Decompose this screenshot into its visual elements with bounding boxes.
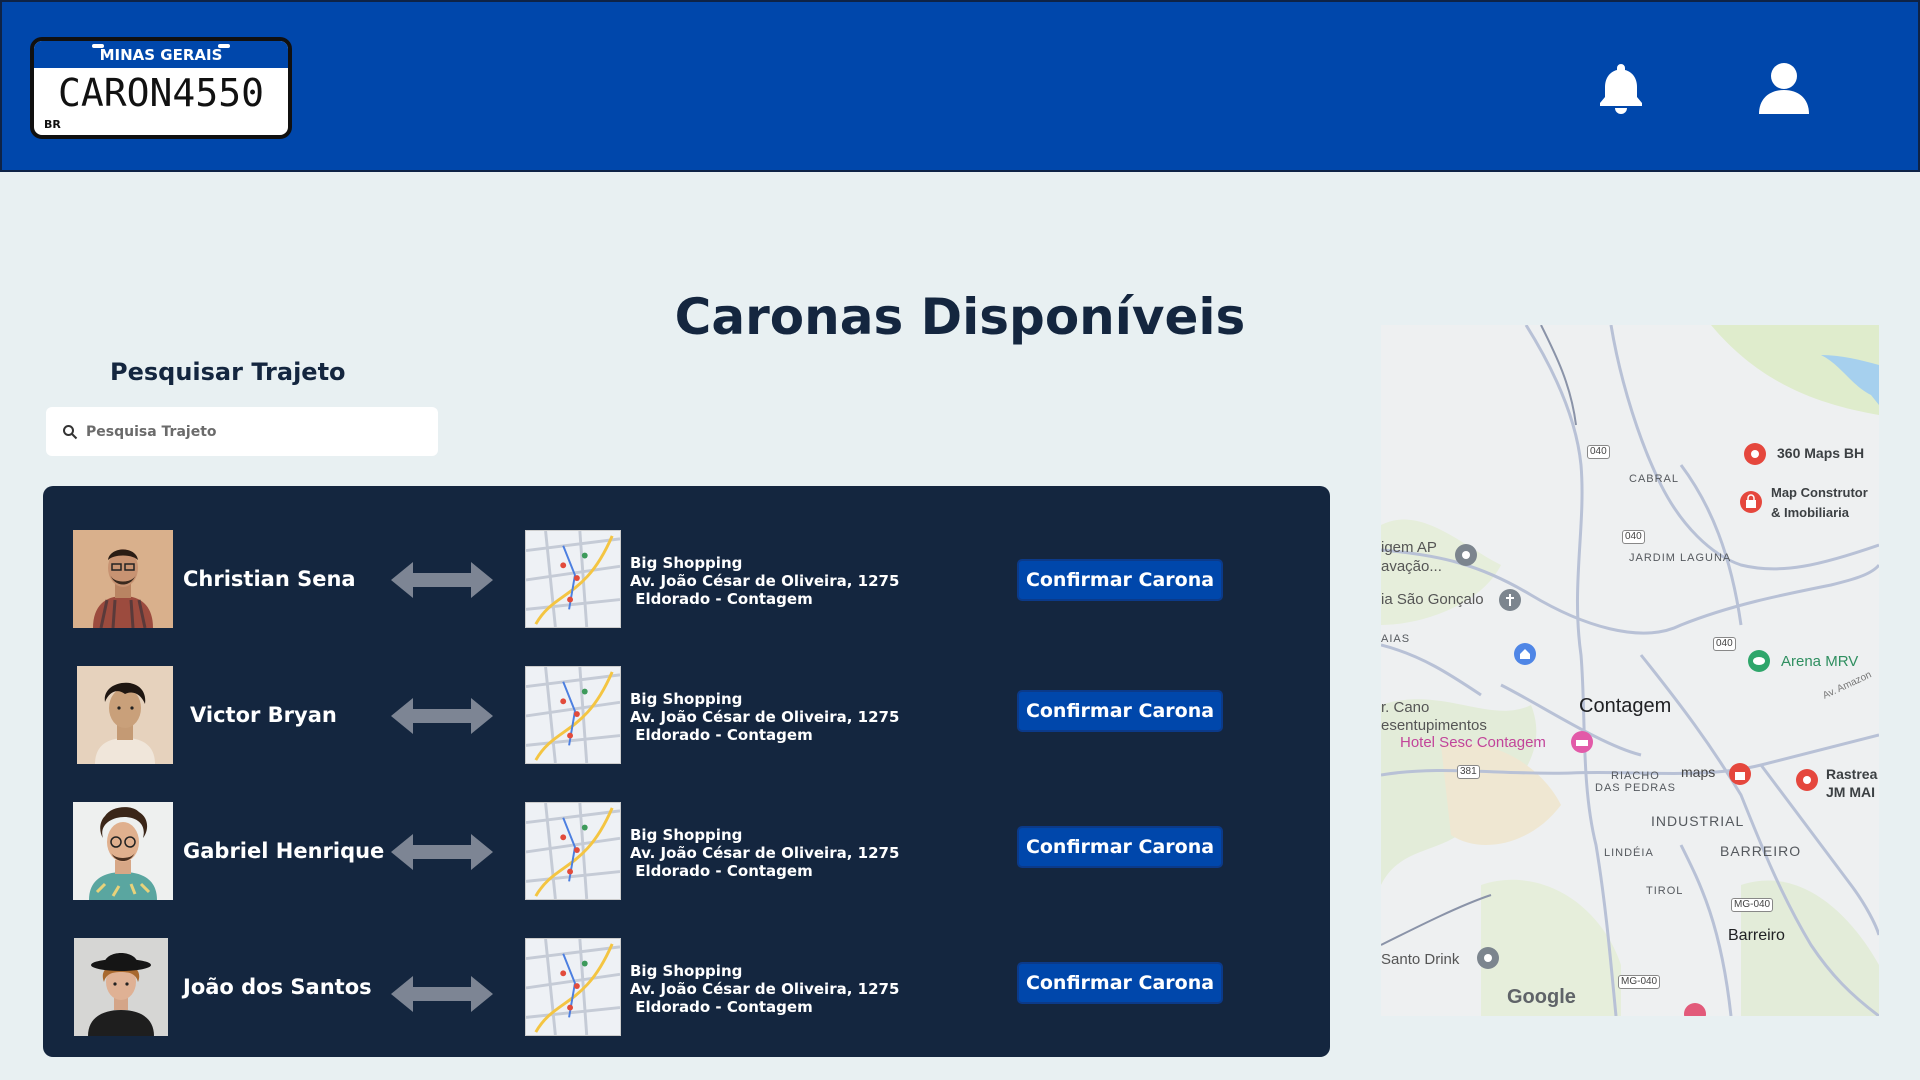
destination-district: Eldorado - Contagem [630,726,813,744]
driver-name: João dos Santos [183,975,372,999]
map-area-label: AIAS [1381,633,1411,645]
route-map-thumbnail[interactable] [525,666,621,764]
location-pin-icon[interactable] [1794,767,1820,793]
destination-title: Big Shopping [630,826,743,844]
map-place-label[interactable]: 360 Maps BH [1777,445,1864,461]
destination-address: Av. João César de Oliveira, 1275 [630,572,900,590]
destination-address: Av. João César de Oliveira, 1275 [630,844,900,862]
map-place-label: esentupimentos [1381,717,1487,734]
map-place-label: igem AP [1381,539,1437,556]
highway-shield: MG-040 [1731,898,1774,912]
highway-shield: 040 [1587,445,1610,459]
map-city-label: Contagem [1579,695,1672,717]
map-area-label: BARREIRO [1720,843,1802,859]
google-logo: Google [1507,986,1576,1008]
highway-shield: MG-040 [1618,975,1661,989]
driver-name: Christian Sena [183,567,356,591]
confirm-ride-button[interactable]: Confirmar Carona [1017,690,1223,732]
route-map-thumbnail[interactable] [525,938,621,1036]
map-place-label[interactable]: Rastrea [1826,766,1877,782]
driver-avatar [73,802,173,900]
heart-pin-icon[interactable] [1682,1001,1708,1016]
map-place-label[interactable]: Map Construtor [1771,485,1868,500]
double-arrow-icon [391,562,493,598]
double-arrow-icon [391,698,493,734]
route-map-thumbnail[interactable] [525,802,621,900]
map-roads [1381,325,1879,1016]
map-place-label: r. Cano [1381,699,1430,716]
map-place-label[interactable]: Arena MRV [1781,653,1858,670]
area-map[interactable]: 040 040 040 381 MG-040 MG-040 360 Maps B… [1381,325,1879,1016]
home-pin-icon[interactable] [1512,641,1538,667]
search-box[interactable] [46,407,438,456]
map-place-label: Santo Drink [1381,951,1460,968]
map-area-label: INDUSTRIAL [1651,813,1745,829]
destination-district: Eldorado - Contagem [630,590,813,608]
map-place-label[interactable]: maps [1681,764,1715,780]
destination-info: Big Shopping Av. João César de Oliveira,… [630,962,899,1016]
map-area-label: JARDIM LAGUNA [1629,552,1732,564]
driver-name: Victor Bryan [190,703,337,727]
ride-row: Victor Bryan Big Shopping Av. João César… [43,666,1330,766]
map-place-label: ia São Gonçalo [1381,591,1484,608]
location-pin-icon[interactable] [1475,945,1501,971]
destination-title: Big Shopping [630,962,743,980]
destination-district: Eldorado - Contagem [630,862,813,880]
ride-row: Gabriel Henrique Big Shopping Av. João C… [43,802,1330,902]
plate-state: MINAS GERAIS [34,41,288,68]
destination-info: Big Shopping Av. João César de Oliveira,… [630,826,899,880]
map-place-label: avação... [1381,558,1442,575]
driver-avatar [73,530,173,628]
destination-title: Big Shopping [630,690,743,708]
location-pin-icon[interactable] [1453,542,1479,568]
destination-info: Big Shopping Av. João César de Oliveira,… [630,690,899,744]
map-area-label: RIACHO [1611,770,1660,782]
destination-title: Big Shopping [630,554,743,572]
map-place-label[interactable]: & Imobiliaria [1771,505,1849,520]
map-place-label[interactable]: JM MAI [1826,784,1875,800]
user-icon[interactable] [1756,60,1812,116]
double-arrow-icon [391,834,493,870]
ride-row: Christian Sena Big Shopping Av. João Cés… [43,530,1330,630]
map-place-label[interactable]: Hotel Sesc Contagem [1400,734,1546,751]
highway-shield: 040 [1622,530,1645,544]
destination-district: Eldorado - Contagem [630,998,813,1016]
stadium-icon[interactable] [1746,648,1772,674]
shopping-bag-icon[interactable] [1738,489,1764,515]
hotel-icon[interactable] [1569,729,1595,755]
plate-number: CARON4550 [58,71,264,115]
map-area-label: LINDÉIA [1604,847,1654,859]
shopping-bag-icon[interactable] [1727,761,1753,787]
church-icon[interactable] [1497,587,1523,613]
route-map-thumbnail[interactable] [525,530,621,628]
highway-shield: 040 [1713,637,1736,651]
double-arrow-icon [391,976,493,1012]
destination-address: Av. João César de Oliveira, 1275 [630,708,900,726]
driver-name: Gabriel Henrique [183,839,385,863]
search-label: Pesquisar Trajeto [110,358,346,386]
driver-avatar [74,938,168,1036]
confirm-ride-button[interactable]: Confirmar Carona [1017,826,1223,868]
map-city-label: Barreiro [1728,927,1785,944]
highway-shield: 381 [1457,765,1480,779]
plate-country: BR [44,118,61,131]
confirm-ride-button[interactable]: Confirmar Carona [1017,559,1223,601]
map-area-label: CABRAL [1629,473,1680,485]
search-input[interactable] [86,423,416,440]
destination-address: Av. João César de Oliveira, 1275 [630,980,900,998]
ride-row: João dos Santos Big Shopping Av. João Cé… [43,938,1330,1038]
location-pin-icon[interactable] [1742,441,1768,467]
map-area-label: DAS PEDRAS [1595,782,1676,794]
confirm-ride-button[interactable]: Confirmar Carona [1017,962,1223,1004]
bell-icon[interactable] [1593,60,1649,116]
destination-info: Big Shopping Av. João César de Oliveira,… [630,554,899,608]
rides-panel: Christian Sena Big Shopping Av. João Cés… [43,486,1330,1057]
top-header: MINAS GERAIS CARON4550 BR [0,0,1920,172]
license-plate-logo[interactable]: MINAS GERAIS CARON4550 BR [30,37,292,139]
map-area-label: TIROL [1646,885,1684,897]
search-icon [63,424,78,439]
driver-avatar [77,666,173,764]
